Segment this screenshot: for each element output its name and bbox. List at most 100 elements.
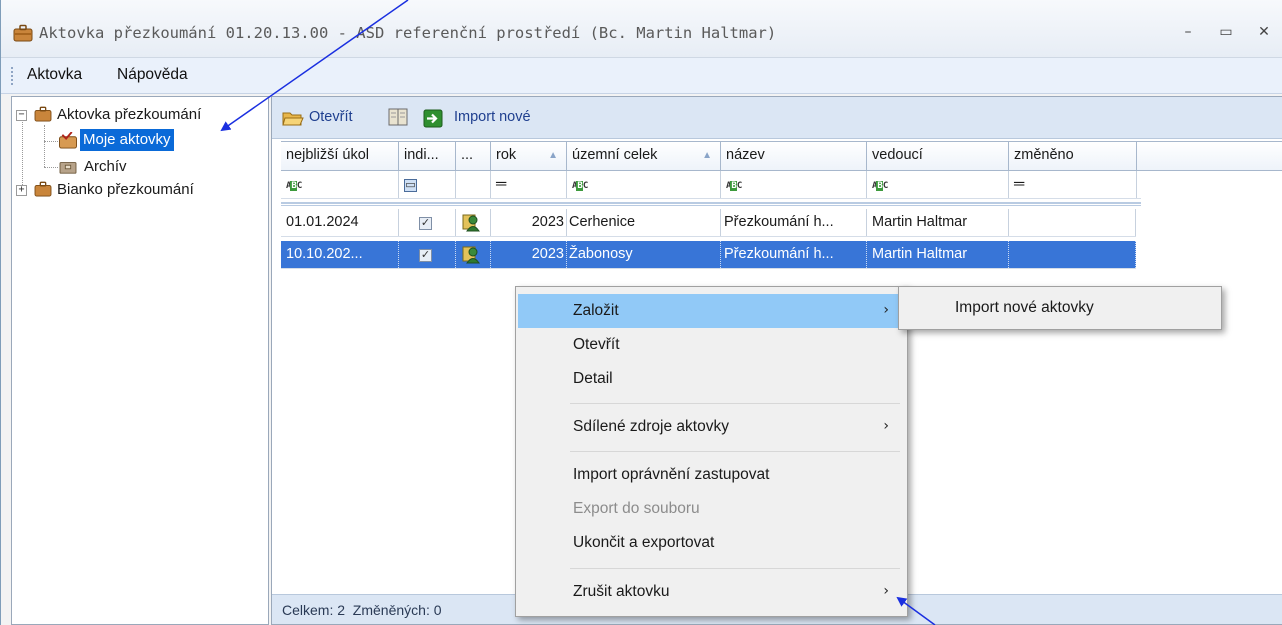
menu-item-export-do-souboru: Export do souboru (518, 492, 905, 526)
window-title: Aktovka přezkoumání 01.20.13.00 - ASD re… (39, 24, 777, 42)
menu-item-zrusit-aktovku[interactable]: Zrušit aktovku › (518, 575, 905, 609)
filter-row: ABC ▭ ═ ABC ABC ABC ═ (281, 171, 1141, 199)
menu-bar: Aktovka Nápověda (1, 58, 1282, 94)
minimize-button[interactable]: – (1169, 20, 1207, 44)
menu-item-label: Zrušit aktovku (573, 583, 670, 600)
tree-connector (44, 167, 58, 168)
filter-cell[interactable] (456, 171, 491, 198)
menu-item-label: Sdílené zdroje aktovky (573, 418, 729, 435)
filter-cell[interactable]: ABC (867, 171, 1009, 198)
checkbox-icon[interactable]: ✓ (419, 217, 432, 230)
checkbox-icon[interactable]: ✓ (419, 249, 432, 262)
menu-grip (11, 67, 14, 85)
user-icon (462, 214, 480, 232)
column-header-indi[interactable]: indi... (399, 142, 456, 170)
sort-ascending-icon: ▲ (702, 150, 712, 161)
chevron-right-icon: › (883, 418, 889, 434)
submenu-zalozit: Import nové aktovky (898, 286, 1222, 330)
tree-connector (22, 113, 23, 185)
cell-nejblizsi-ukol: 10.10.202... (281, 241, 399, 268)
toolbar: Otevřít Import nové (272, 97, 1282, 139)
abc-filter-icon: ABC (286, 181, 302, 191)
menu-item-import-nove-aktovky[interactable]: Import nové aktovky (955, 299, 1094, 317)
column-header-nejblizsi-ukol[interactable]: nejbližší úkol (281, 142, 399, 170)
grid-header: nejbližší úkol indi... ... rok ▲ územní … (281, 141, 1282, 171)
cell-rok: 2023 (491, 209, 567, 236)
tree-item-label: Bianko přezkoumání (57, 181, 194, 198)
expand-icon[interactable]: + (16, 185, 27, 196)
chevron-right-icon: › (883, 583, 889, 599)
cell-nejblizsi-ukol: 01.01.2024 (281, 209, 399, 236)
context-menu: Založit › Otevřít Detail Sdílené zdroje … (515, 286, 908, 617)
filter-cell[interactable]: ABC (567, 171, 721, 198)
filter-cell[interactable]: ═ (1009, 171, 1137, 198)
cell-vedouci: Martin Haltmar (867, 241, 1009, 268)
maximize-button[interactable]: ▭ (1207, 20, 1245, 44)
column-header-uzemni-celek[interactable]: územní celek ▲ (567, 142, 721, 170)
collapse-icon[interactable]: − (16, 110, 27, 121)
archive-icon (59, 162, 77, 174)
column-header-vedouci[interactable]: vedoucí (867, 142, 1009, 170)
open-label: Otevřít (309, 109, 353, 125)
filter-cell[interactable]: ▭ (399, 171, 456, 198)
import-label: Import nové (454, 109, 531, 125)
menu-item-label: Detail (573, 370, 613, 387)
column-header-rok[interactable]: rok ▲ (491, 142, 567, 170)
equals-filter-icon: ═ (1014, 176, 1025, 192)
cell-zmeneno (1009, 209, 1136, 236)
sort-ascending-icon: ▲ (548, 150, 558, 161)
tree-item-label: Aktovka přezkoumání (57, 106, 202, 123)
title-bar: Aktovka přezkoumání 01.20.13.00 - ASD re… (1, 0, 1282, 58)
cell-uzemni-celek: Žabonosy (567, 241, 721, 268)
menu-item-label: Otevřít (573, 336, 620, 353)
cell-indi[interactable]: ✓ (399, 209, 456, 236)
column-header-nazev[interactable]: název (721, 142, 867, 170)
briefcase-icon (34, 181, 52, 197)
menu-item-label: Export do souboru (573, 500, 700, 517)
menu-separator (570, 451, 900, 452)
column-header-zmeneno[interactable]: změněno (1009, 142, 1137, 170)
window-controls: – ▭ ✕ (1169, 20, 1282, 44)
menu-item-sdilene-zdroje[interactable]: Sdílené zdroje aktovky › (518, 410, 905, 444)
import-arrow-icon (423, 109, 443, 128)
cell-uzemni-celek: Cerhenice (567, 209, 721, 236)
menu-item-ukoncit-exportovat[interactable]: Ukončit a exportovat (518, 526, 905, 560)
menu-item-label: Založit (573, 302, 619, 319)
abc-filter-icon: ABC (572, 181, 588, 191)
grid-separator (281, 202, 1141, 206)
cell-nazev: Přezkoumání h... (721, 209, 867, 236)
filter-cell[interactable]: ABC (281, 171, 399, 198)
table-row[interactable]: 01.01.2024 ✓ 2023 Cerhenice Přezkoumání … (281, 209, 1136, 237)
briefcase-check-icon (59, 132, 77, 149)
menu-napoveda[interactable]: Nápověda (117, 66, 188, 84)
filter-cell[interactable]: ═ (491, 171, 567, 198)
menu-separator (570, 568, 900, 569)
column-header-more[interactable]: ... (456, 142, 491, 170)
cell-vedouci: Martin Haltmar (867, 209, 1009, 236)
cell-more (456, 241, 491, 268)
table-row-selected[interactable]: 10.10.202... ✓ 2023 Žabonosy Přezkoumání… (281, 241, 1136, 269)
filter-cell[interactable]: ABC (721, 171, 867, 198)
abc-filter-icon: ABC (872, 181, 888, 191)
menu-item-zalozit[interactable]: Založit › (518, 294, 905, 328)
cell-more (456, 209, 491, 236)
abc-filter-icon: ABC (726, 181, 742, 191)
briefcase-icon (34, 106, 52, 122)
cell-indi[interactable]: ✓ (399, 241, 456, 268)
cell-zmeneno (1009, 241, 1136, 268)
cell-rok: 2023 (491, 241, 567, 268)
menu-item-import-opravneni[interactable]: Import oprávnění zastupovat (518, 458, 905, 492)
book-icon[interactable] (388, 107, 408, 127)
tree-item-label: Moje aktovky (80, 129, 174, 151)
column-header-label: územní celek (572, 147, 658, 163)
tree-item-label: Archív (84, 158, 127, 175)
equals-filter-icon: ═ (496, 176, 507, 192)
menu-aktovka[interactable]: Aktovka (27, 66, 82, 84)
folder-open-icon (282, 112, 304, 126)
tree-connector (44, 125, 45, 167)
close-button[interactable]: ✕ (1245, 20, 1282, 44)
menu-item-otevrit[interactable]: Otevřít (518, 328, 905, 362)
menu-item-label: Import oprávnění zastupovat (573, 466, 770, 483)
menu-item-detail[interactable]: Detail (518, 362, 905, 396)
column-header-label: rok (496, 147, 517, 163)
